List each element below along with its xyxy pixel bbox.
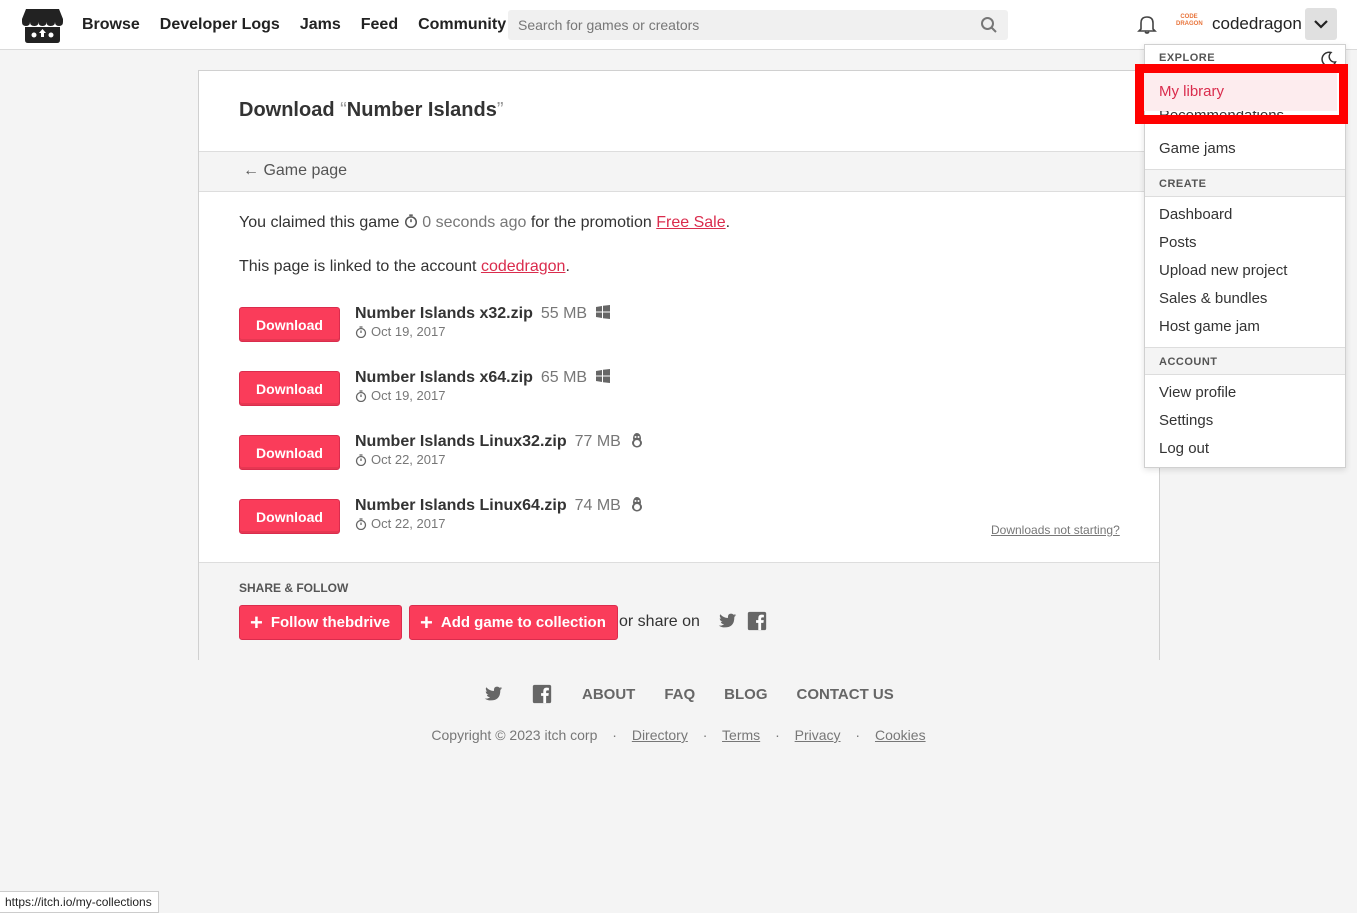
upload-date: Oct 22, 2017 <box>355 516 445 531</box>
search-input[interactable]: Search for games or creators <box>508 10 1008 40</box>
share-follow-title: SHARE & FOLLOW <box>239 581 349 595</box>
stopwatch-icon <box>355 517 367 530</box>
upload-name: Number Islands x64.zip 65 MB <box>355 368 611 387</box>
twitter-icon[interactable] <box>716 610 738 632</box>
menu-item-host-game-jam[interactable]: Host game jam <box>1159 318 1260 335</box>
download-button[interactable]: Download <box>239 371 340 406</box>
terms-link[interactable]: Terms <box>722 727 760 743</box>
footer-about-link[interactable]: ABOUT <box>582 686 635 703</box>
upload-size: 55 MB <box>540 305 588 322</box>
footer-twitter-icon[interactable] <box>482 683 504 705</box>
windows-icon <box>596 305 611 319</box>
download-button[interactable]: Download <box>239 499 340 534</box>
nav-developer-logs[interactable]: Developer Logs <box>160 16 280 34</box>
nav-feed[interactable]: Feed <box>361 16 398 34</box>
add-to-collection-button[interactable]: + Add game to collection <box>409 605 618 640</box>
upload-date: Oct 19, 2017 <box>355 388 445 403</box>
itchio-logo-icon[interactable] <box>22 7 63 44</box>
status-bar-url: https://itch.io/my-collections <box>0 891 159 913</box>
nav-jams[interactable]: Jams <box>300 16 341 34</box>
avatar[interactable]: CODE DRAGON <box>1176 14 1203 34</box>
upload-row: Download Number Islands Linux32.zip 77 MB… <box>239 432 1119 472</box>
download-button[interactable]: Download <box>239 435 340 470</box>
share-follow-section: SHARE & FOLLOW + Follow thebdrive + Add ga… <box>199 562 1159 660</box>
copyright: Copyright © 2023 itch corp · Directory ·… <box>431 727 926 743</box>
plus-icon: + <box>420 609 433 635</box>
facebook-icon[interactable] <box>746 610 768 632</box>
promotion-link[interactable]: Free Sale <box>656 214 725 231</box>
menu-item-posts[interactable]: Posts <box>1159 234 1197 251</box>
upload-size: 77 MB <box>574 433 621 450</box>
user-menu-toggle[interactable] <box>1305 8 1337 40</box>
linux-icon <box>631 497 642 512</box>
site-header: Browse Developer Logs Jams Feed Communit… <box>0 0 1357 50</box>
game-page-nav: ← Game page <box>199 151 1159 192</box>
footer-links: ABOUT FAQ BLOG CONTACT US <box>582 686 894 703</box>
upload-name: Number Islands Linux64.zip 74 MB <box>355 496 645 515</box>
linked-account-notice: This page is linked to the account coded… <box>239 258 570 275</box>
share-on-label: or share on <box>619 613 700 630</box>
stopwatch-icon <box>355 389 367 402</box>
search-placeholder: Search for games or creators <box>518 17 700 33</box>
search-icon[interactable] <box>980 16 998 34</box>
highlight-annotation-box <box>1135 64 1348 124</box>
linked-account-link[interactable]: codedragon <box>481 258 566 275</box>
upload-date: Oct 22, 2017 <box>355 452 445 467</box>
downloads-not-starting-link[interactable]: Downloads not starting? <box>991 523 1120 537</box>
upload-row: Download Number Islands Linux64.zip 74 MB… <box>239 496 1119 536</box>
download-button[interactable]: Download <box>239 307 340 342</box>
upload-name: Number Islands Linux32.zip 77 MB <box>355 432 645 451</box>
claim-time: 0 seconds ago <box>422 214 527 231</box>
menu-item-settings[interactable]: Settings <box>1159 412 1213 429</box>
menu-item-sales-bundles[interactable]: Sales & bundles <box>1159 290 1267 307</box>
footer-blog-link[interactable]: BLOG <box>724 686 767 703</box>
upload-row: Download Number Islands x64.zip 65 MB Oct… <box>239 368 1119 408</box>
claim-notice: You claimed this game 0 seconds ago for … <box>239 214 731 231</box>
upload-date: Oct 19, 2017 <box>355 324 445 339</box>
stopwatch-icon <box>404 214 417 229</box>
stopwatch-icon <box>355 325 367 338</box>
cookies-link[interactable]: Cookies <box>875 727 926 743</box>
menu-item-upload-new-project[interactable]: Upload new project <box>1159 262 1287 279</box>
section-explore: EXPLORE <box>1159 52 1216 64</box>
upload-size: 74 MB <box>574 497 621 514</box>
upload-row: Download Number Islands x32.zip 55 MB Oct… <box>239 304 1119 344</box>
nav-community[interactable]: Community <box>418 16 506 34</box>
linux-icon <box>631 433 642 448</box>
follow-button[interactable]: + Follow thebdrive <box>239 605 403 640</box>
footer-contact-link[interactable]: CONTACT US <box>797 686 894 703</box>
section-account: ACCOUNT <box>1145 347 1345 375</box>
menu-item-log-out[interactable]: Log out <box>1159 440 1209 457</box>
page-title: Download “Number Islands” <box>239 99 504 121</box>
privacy-link[interactable]: Privacy <box>795 727 841 743</box>
main-nav: Browse Developer Logs Jams Feed Communit… <box>82 0 506 50</box>
upload-name: Number Islands x32.zip 55 MB <box>355 304 611 323</box>
menu-item-view-profile[interactable]: View profile <box>1159 384 1236 401</box>
game-page-link[interactable]: ← Game page <box>243 162 347 180</box>
section-create: CREATE <box>1145 169 1345 197</box>
menu-item-dashboard[interactable]: Dashboard <box>1159 206 1232 223</box>
directory-link[interactable]: Directory <box>632 727 688 743</box>
notifications-bell-icon[interactable] <box>1136 13 1158 35</box>
download-page-card: Download “Number Islands” ← Game page Yo… <box>198 70 1160 660</box>
footer-faq-link[interactable]: FAQ <box>664 686 695 703</box>
upload-size: 65 MB <box>540 369 588 386</box>
windows-icon <box>596 369 611 383</box>
footer-facebook-icon[interactable] <box>531 683 553 705</box>
nav-browse[interactable]: Browse <box>82 16 140 34</box>
username[interactable]: codedragon <box>1212 14 1302 34</box>
plus-icon: + <box>250 609 263 635</box>
stopwatch-icon <box>355 453 367 466</box>
menu-item-game-jams[interactable]: Game jams <box>1159 140 1236 157</box>
chevron-down-icon <box>1314 20 1328 29</box>
